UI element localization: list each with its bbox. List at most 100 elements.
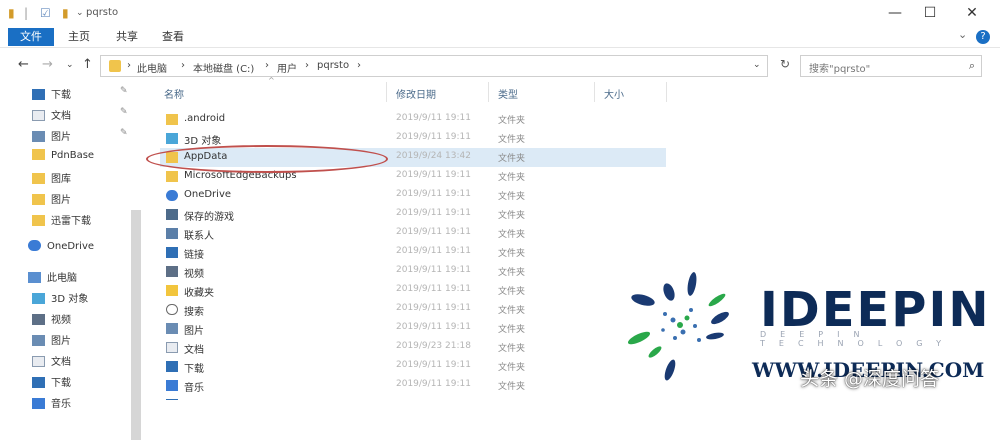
nav-item-this-pc[interactable]: 此电脑 (28, 269, 77, 287)
breadcrumb-local-disk[interactable]: 本地磁盘 (C:) (193, 60, 254, 75)
cloud-icon (28, 240, 41, 251)
download-icon (166, 361, 178, 372)
nav-item-documents[interactable]: 文档 (32, 107, 71, 125)
maximize-button[interactable]: ☐ (915, 3, 945, 23)
nav-item-thunder-downloads[interactable]: 迅雷下载 (32, 212, 91, 230)
tab-share[interactable]: 共享 (116, 28, 138, 46)
nav-item-pdnbase[interactable]: PdnBase (32, 149, 94, 167)
table-row[interactable]: 联系人 2019/9/11 19:11 文件夹 (160, 224, 666, 243)
sort-indicator-icon: ^ (268, 76, 275, 85)
table-row[interactable]: OneDrive 2019/9/11 19:11 文件夹 (160, 186, 666, 205)
ribbon-collapse-icon[interactable]: ⌄ (958, 28, 967, 41)
highlight-annotation (146, 145, 388, 173)
document-icon (32, 110, 45, 121)
column-divider[interactable] (386, 82, 387, 102)
nav-item-documents-pc[interactable]: 文档 (32, 353, 71, 371)
search-icon (166, 304, 178, 315)
nav-item-pictures-pc[interactable]: 图片 (32, 332, 71, 350)
table-row[interactable]: 音乐 2019/9/11 19:11 文件夹 (160, 376, 666, 395)
nav-item-pictures[interactable]: 图片 (32, 128, 71, 146)
separator-icon: | (24, 6, 29, 20)
column-divider[interactable] (666, 82, 667, 102)
table-row[interactable]: 文档 2019/9/23 21:18 文件夹 (160, 338, 666, 357)
separator-icon: › (305, 60, 309, 71)
watermark: 头条 @深度问答 (800, 368, 940, 390)
new-folder-icon[interactable]: ▮ (62, 6, 69, 20)
nav-pane-scrollbar[interactable] (131, 210, 141, 440)
tab-home[interactable]: 主页 (68, 28, 90, 46)
pin-icon[interactable]: ✎ (120, 107, 128, 117)
pin-icon[interactable]: ✎ (120, 86, 128, 96)
table-row[interactable]: 链接 2019/9/11 19:11 文件夹 (160, 243, 666, 262)
video-icon (32, 314, 45, 325)
cloud-icon (166, 190, 178, 201)
minimize-button[interactable]: — (880, 3, 910, 23)
folder-icon (32, 149, 45, 160)
link-icon (166, 247, 178, 258)
document-icon (166, 342, 178, 353)
breadcrumb-users[interactable]: 用户 (277, 60, 297, 75)
brand-tagline: DEEPIN TECHNOLOGY (760, 330, 955, 348)
quick-access-dropdown-icon[interactable]: ⌄ (76, 8, 84, 18)
column-header-size[interactable]: 大小 (604, 86, 624, 101)
table-row[interactable]: 图片 2019/9/11 19:11 文件夹 (160, 319, 666, 338)
close-button[interactable]: ✕ (957, 3, 987, 23)
search-input[interactable]: 搜索"pqrsto" ⌕ (800, 55, 982, 77)
tab-file[interactable]: 文件 (8, 28, 54, 46)
search-icon[interactable]: ⌕ (969, 59, 975, 73)
table-row[interactable]: 搜索 2019/9/11 19:11 文件夹 (160, 300, 666, 319)
table-row[interactable]: .android 2019/9/11 19:11 文件夹 (160, 110, 666, 129)
separator-icon: › (181, 60, 185, 71)
tab-view[interactable]: 查看 (162, 28, 184, 46)
properties-icon[interactable]: ☑ (40, 6, 51, 20)
column-divider[interactable] (488, 82, 489, 102)
cube-icon (166, 133, 178, 144)
nav-item-gallery[interactable]: 图库 (32, 170, 71, 188)
recent-dropdown-icon[interactable]: ⌄ (66, 60, 74, 70)
column-header-name[interactable]: 名称 (164, 86, 184, 101)
pin-icon[interactable]: ✎ (120, 128, 128, 138)
download-icon (32, 377, 45, 388)
computer-icon (28, 272, 41, 283)
title-bar: ▮ | ☑ ▮ ⌄ pqrsto — ☐ ✕ (0, 0, 1000, 26)
star-icon (166, 285, 178, 296)
refresh-icon[interactable]: ↻ (775, 57, 795, 75)
table-row[interactable]: 桌面 (160, 395, 666, 400)
nav-item-downloads-pc[interactable]: 下载 (32, 374, 71, 392)
folder-icon (32, 173, 45, 184)
folder-icon (32, 194, 45, 205)
window-title: pqrsto (86, 7, 119, 18)
navigation-pane: 下载 ✎ 文档 ✎ 图片 ✎ PdnBase 图库 图片 迅雷下载 OneDri… (0, 80, 145, 440)
table-row[interactable]: 视频 2019/9/11 19:11 文件夹 (160, 262, 666, 281)
address-dropdown-icon[interactable]: ⌄ (753, 60, 761, 70)
table-row[interactable]: 收藏夹 2019/9/11 19:11 文件夹 (160, 281, 666, 300)
help-icon[interactable]: ? (976, 30, 990, 44)
video-icon (166, 266, 178, 277)
column-header-type[interactable]: 类型 (498, 86, 518, 101)
folder-icon (32, 215, 45, 226)
nav-item-3d-objects[interactable]: 3D 对象 (32, 290, 88, 308)
nav-item-onedrive[interactable]: OneDrive (28, 240, 94, 258)
nav-item-videos[interactable]: 视频 (32, 311, 71, 329)
nav-item-images[interactable]: 图片 (32, 191, 71, 209)
nav-item-music[interactable]: 音乐 (32, 395, 71, 413)
separator-icon: › (127, 60, 131, 71)
table-row[interactable]: 下载 2019/9/11 19:11 文件夹 (160, 357, 666, 376)
address-bar[interactable]: › 此电脑 › 本地磁盘 (C:) › 用户 › pqrsto › ⌄ (100, 55, 768, 77)
forward-arrow-icon[interactable]: → (42, 57, 53, 72)
address-row: ← → ⌄ ↑ › 此电脑 › 本地磁盘 (C:) › 用户 › pqrsto … (0, 53, 1000, 79)
separator-icon: › (265, 60, 269, 71)
game-icon (166, 209, 178, 220)
picture-icon (166, 323, 178, 334)
folder-icon (109, 60, 121, 72)
search-placeholder: 搜索"pqrsto" (809, 64, 871, 75)
column-header-date[interactable]: 修改日期 (396, 86, 436, 101)
folder-icon (166, 114, 178, 125)
nav-item-downloads[interactable]: 下载 (32, 86, 71, 104)
breadcrumb-this-pc[interactable]: 此电脑 (137, 60, 167, 75)
table-row[interactable]: 保存的游戏 2019/9/11 19:11 文件夹 (160, 205, 666, 224)
column-divider[interactable] (594, 82, 595, 102)
breadcrumb-current-folder[interactable]: pqrsto (317, 60, 349, 71)
back-arrow-icon[interactable]: ← (18, 57, 29, 72)
up-arrow-icon[interactable]: ↑ (82, 57, 93, 72)
